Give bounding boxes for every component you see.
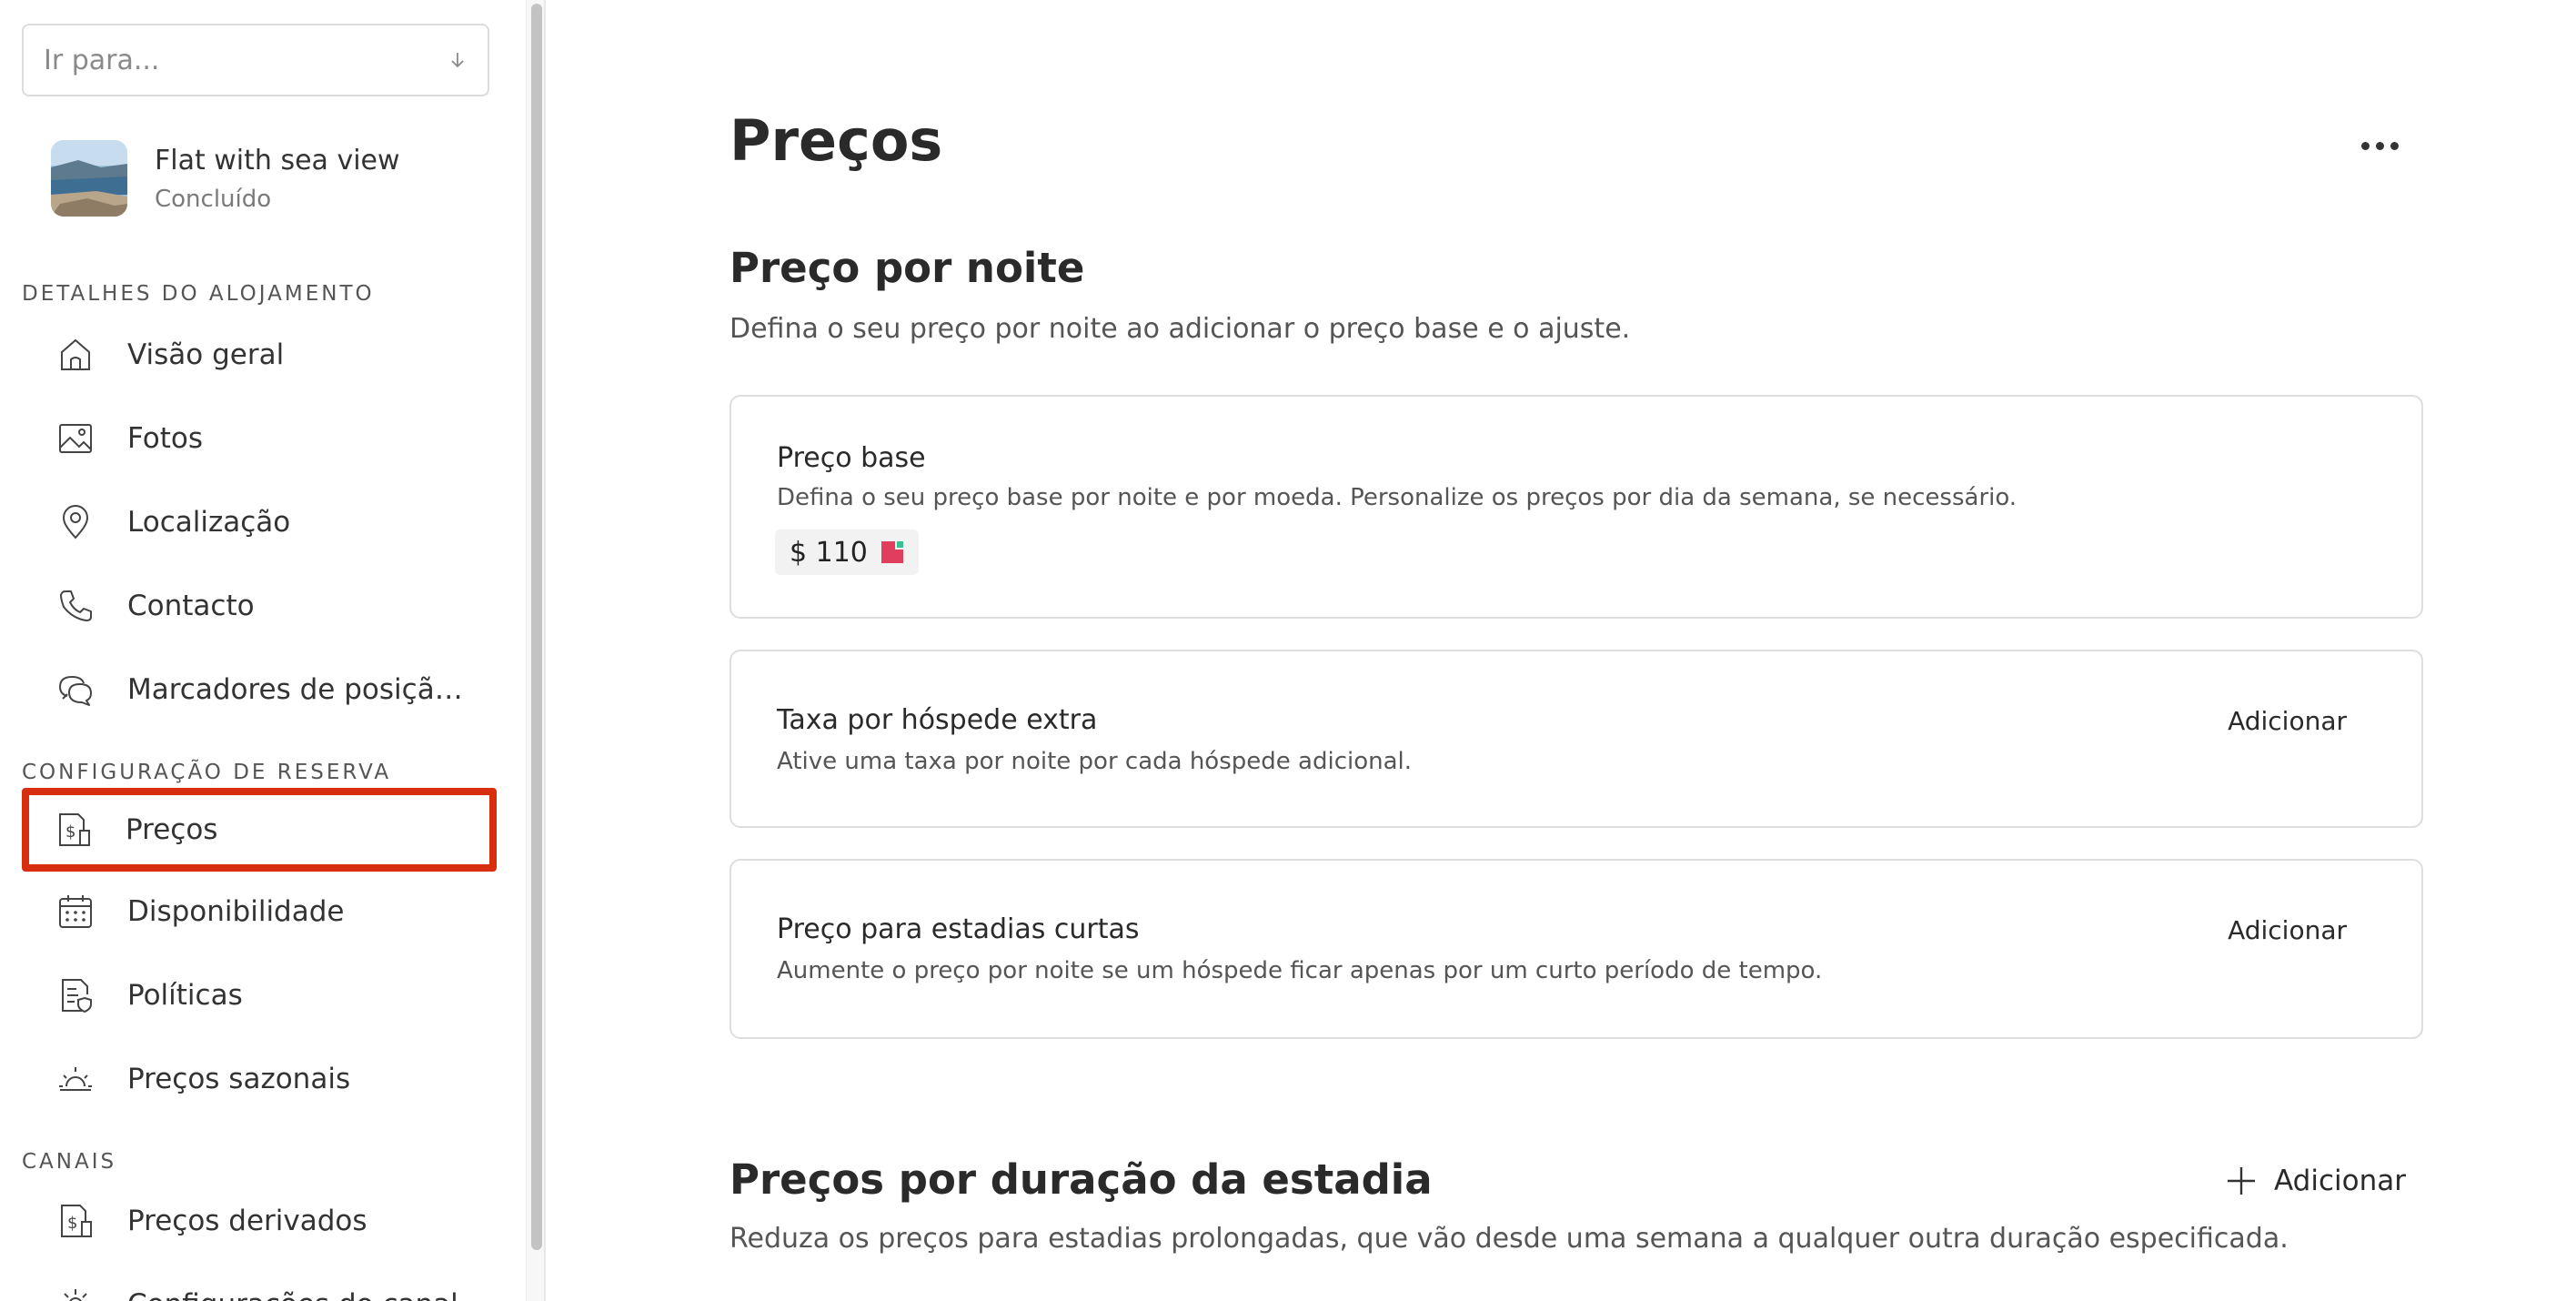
- location-pin-icon: [62, 505, 89, 540]
- more-dot-icon: [2375, 141, 2384, 150]
- image-icon: [59, 424, 92, 453]
- base-price-value: $ 110: [790, 536, 868, 569]
- arrow-down-icon: [451, 53, 464, 68]
- sidebar-scrollbar[interactable]: [526, 0, 544, 1301]
- sun-icon: [59, 1067, 92, 1091]
- sidebar-item-label: Localização: [127, 506, 291, 539]
- price-tag-icon: $: [61, 1205, 92, 1237]
- sidebar-item-label: Disponibilidade: [127, 895, 345, 928]
- sidebar-item-availability[interactable]: Disponibilidade: [24, 872, 497, 952]
- length-of-stay-title: Preços por duração da estadia: [730, 1155, 1433, 1204]
- sidebar-item-label: Configurações do canal: [127, 1288, 458, 1301]
- calendar-icon: [59, 895, 92, 928]
- price-tag-icon: $: [59, 813, 90, 846]
- svg-text:$: $: [65, 822, 75, 842]
- extra-guest-fee-title: Taxa por hóspede extra: [777, 704, 1098, 736]
- sidebar-item-label: Contacto: [127, 590, 255, 622]
- chat-bubbles-icon: [58, 675, 92, 706]
- goto-placeholder: Ir para...: [44, 44, 160, 76]
- main-content: Preços Preço por noite Defina o seu preç…: [546, 0, 2576, 1301]
- home-icon: [61, 338, 90, 370]
- sidebar-item-overview[interactable]: Visão geral: [24, 315, 497, 395]
- section-label-booking-config: CONFIGURAÇÃO DE RESERVA: [22, 761, 392, 784]
- short-stay-price-card: Preço para estadias curtas Aumente o pre…: [730, 859, 2423, 1039]
- listing-header[interactable]: Flat with sea view Concluído: [51, 140, 400, 217]
- phone-icon: [60, 590, 92, 621]
- sidebar-item-label: Preços sazonais: [127, 1063, 351, 1095]
- short-stay-price-title: Preço para estadias curtas: [777, 913, 1140, 945]
- more-dot-icon: [2360, 141, 2370, 150]
- sidebar-item-policies[interactable]: Políticas: [24, 955, 497, 1035]
- goto-dropdown[interactable]: Ir para...: [22, 24, 489, 96]
- sidebar-item-label: Fotos: [127, 422, 203, 455]
- sidebar-item-channel-settings[interactable]: Configurações do canal: [24, 1265, 497, 1301]
- scrollbar-thumb[interactable]: [531, 4, 542, 1250]
- listing-status: Concluído: [155, 185, 272, 213]
- length-of-stay-subtitle: Reduza os preços para estadias prolongad…: [730, 1223, 2289, 1255]
- extra-guest-fee-description: Ative uma taxa por noite por cada hósped…: [777, 748, 1413, 775]
- section-label-channels: CANAIS: [22, 1150, 117, 1174]
- sidebar-item-label: Políticas: [127, 979, 243, 1012]
- section-label-property-details: DETALHES DO ALOJAMENTO: [22, 282, 375, 306]
- sidebar-item-prices[interactable]: $ Preços: [22, 788, 497, 872]
- base-price-title: Preço base: [777, 442, 926, 474]
- length-of-stay-add-button[interactable]: Adicionar: [2225, 1165, 2406, 1197]
- base-price-description: Defina o seu preço base por noite e por …: [777, 484, 2018, 511]
- policy-document-icon: [62, 979, 92, 1014]
- sidebar-item-seasonal-prices[interactable]: Preços sazonais: [24, 1039, 497, 1119]
- add-button-label: Adicionar: [2274, 1165, 2406, 1197]
- sidebar-item-label: Preços: [126, 813, 218, 846]
- base-price-card[interactable]: Preço base Defina o seu preço base por n…: [730, 395, 2423, 619]
- extra-guest-fee-card: Taxa por hóspede extra Ative uma taxa po…: [730, 650, 2423, 828]
- nightly-price-subtitle: Defina o seu preço por noite ao adiciona…: [730, 313, 1631, 345]
- sidebar-item-derived-prices[interactable]: $ Preços derivados: [24, 1181, 497, 1261]
- short-stay-price-add-button[interactable]: Adicionar: [2228, 915, 2347, 945]
- listing-name: Flat with sea view: [155, 144, 400, 176]
- sidebar-item-label: Marcadores de posição de mensagem: [127, 673, 464, 706]
- base-price-chip: $ 110: [775, 529, 919, 575]
- sidebar-item-contact[interactable]: Contacto: [24, 566, 497, 646]
- sidebar-item-label: Visão geral: [127, 338, 285, 371]
- settings-icon: [64, 1289, 87, 1301]
- sidebar-item-location[interactable]: Localização: [24, 482, 497, 562]
- listing-thumbnail: [51, 140, 127, 217]
- more-dot-icon: [2390, 141, 2399, 150]
- calendar-flag-icon: [880, 541, 903, 563]
- short-stay-price-description: Aumente o preço por noite se um hóspede …: [777, 957, 1823, 984]
- nightly-price-title: Preço por noite: [730, 244, 1085, 292]
- sidebar: Ir para... Flat with sea view Concluído …: [0, 0, 546, 1301]
- sidebar-item-photos[interactable]: Fotos: [24, 398, 497, 479]
- plus-icon: [2228, 1167, 2255, 1195]
- sidebar-item-label: Preços derivados: [127, 1205, 367, 1237]
- page-title: Preços: [730, 107, 943, 174]
- svg-text:$: $: [67, 1214, 77, 1233]
- more-options-button[interactable]: [2350, 124, 2409, 167]
- sidebar-item-message-placeholders[interactable]: Marcadores de posição de mensagem: [24, 650, 497, 730]
- extra-guest-fee-add-button[interactable]: Adicionar: [2228, 706, 2347, 736]
